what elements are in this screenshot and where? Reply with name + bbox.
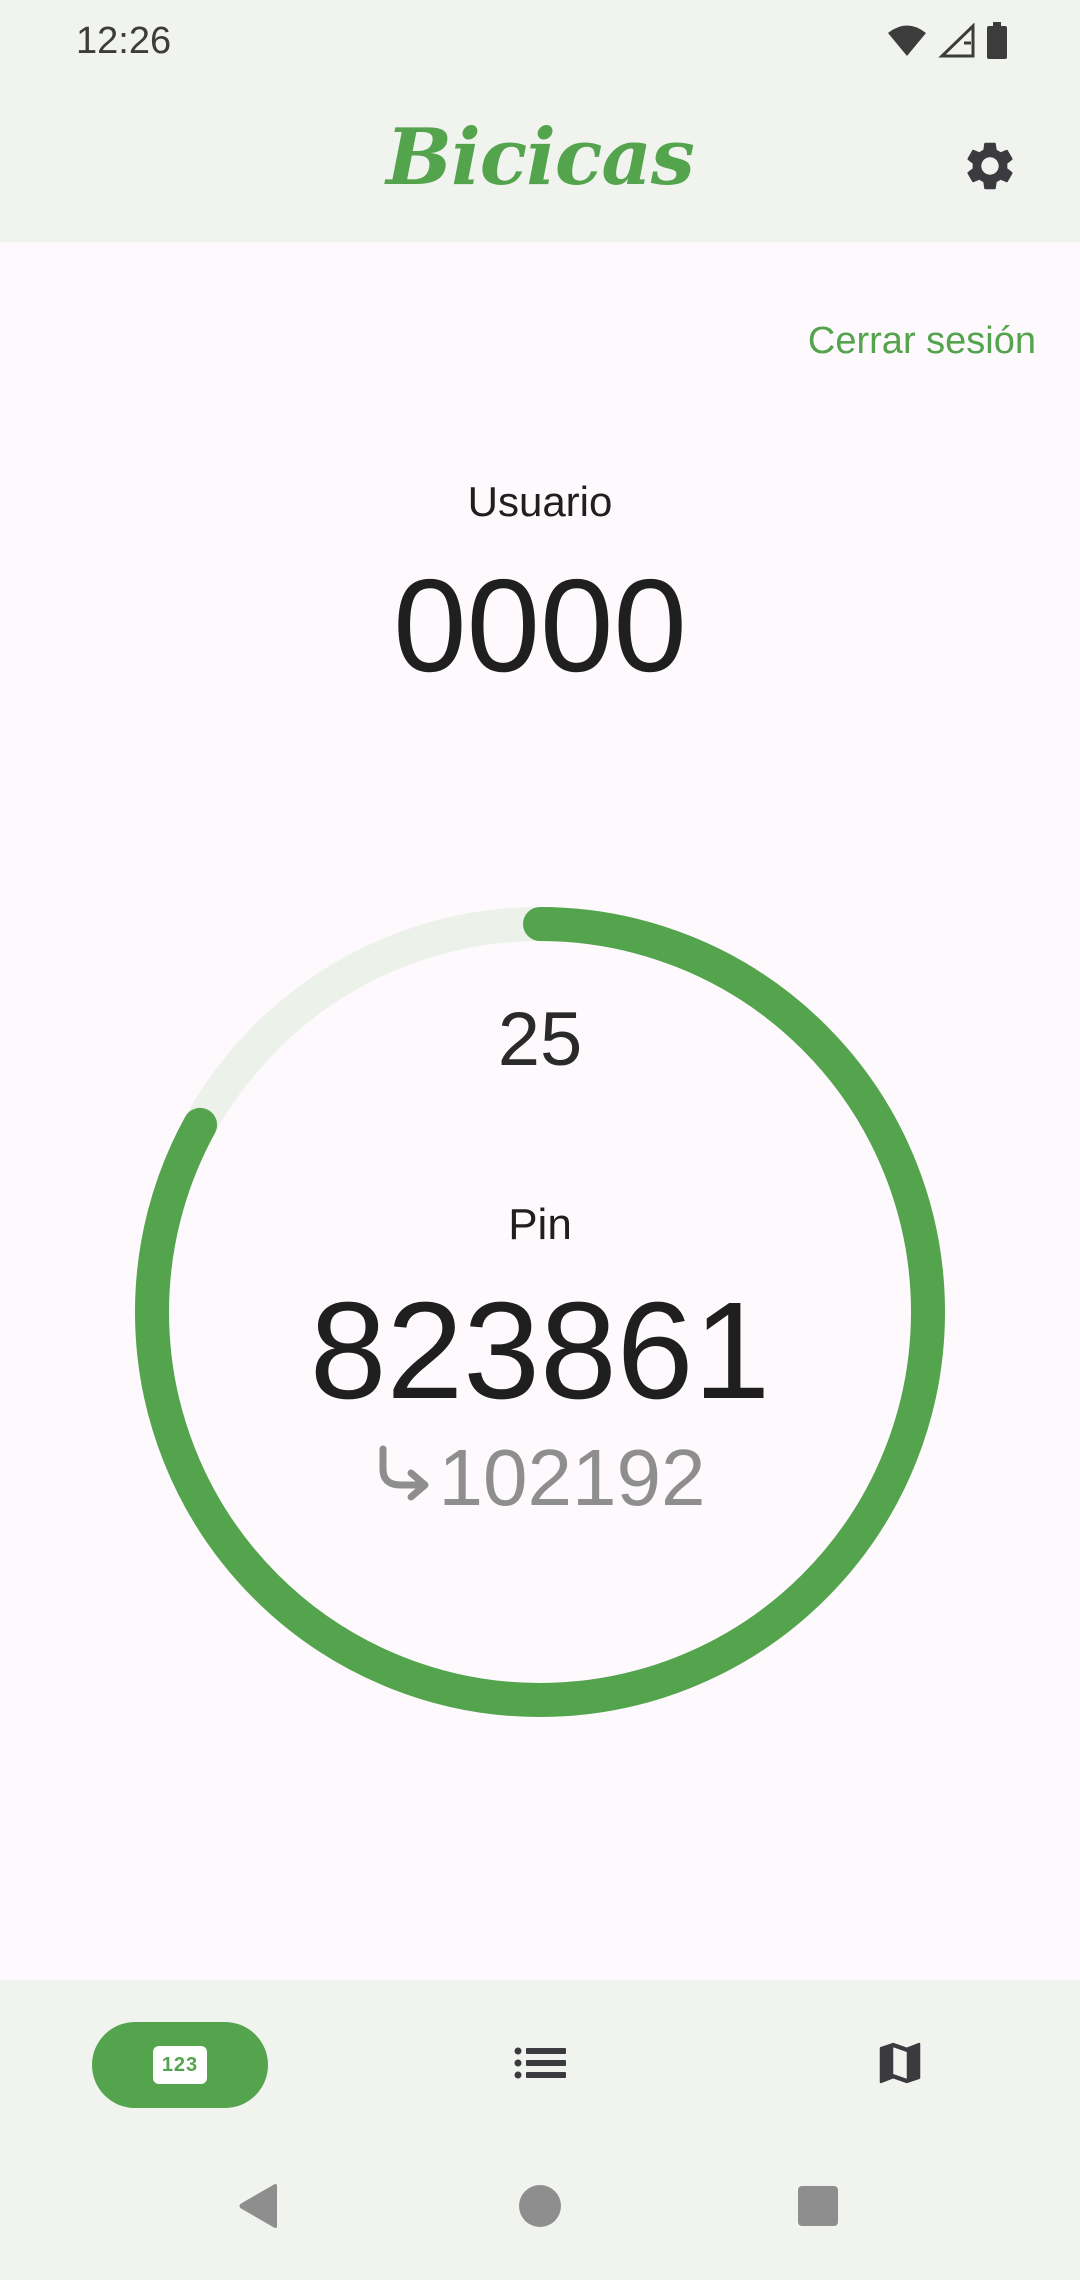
nav-pin-tab[interactable]: 123 [92, 2022, 268, 2108]
system-navigation [0, 2130, 1080, 2280]
bottom-navigation: 123 [0, 1980, 1080, 2130]
map-icon [873, 2036, 927, 2095]
settings-button[interactable] [950, 128, 1030, 208]
pin-chip-label: 123 [161, 2053, 199, 2076]
nav-map-tab[interactable] [812, 2022, 988, 2108]
app-title: Bicicas [386, 112, 695, 203]
home-icon [518, 2184, 562, 2233]
logout-link[interactable]: Cerrar sesión [808, 320, 1036, 363]
status-time: 12:26 [76, 20, 172, 62]
recents-icon [797, 2185, 839, 2232]
subdirectory-arrow-right-icon [375, 1445, 431, 1512]
back-button[interactable] [228, 2178, 288, 2238]
back-icon [235, 2182, 281, 2235]
pin-screen: Cerrar sesión Usuario 0000 25 Pin 823861… [0, 242, 1080, 1980]
next-pin: 102192 [0, 1438, 1080, 1518]
status-icons [886, 22, 1008, 60]
pin-123-icon: 123 [153, 2046, 207, 2084]
status-bar: 12:26 [0, 0, 1080, 90]
app-bar: Bicicas [0, 90, 1080, 242]
pin-label: Pin [508, 1200, 572, 1249]
home-button[interactable] [510, 2178, 570, 2238]
pin-value: 823861 [309, 1274, 771, 1428]
user-label: Usuario [467, 478, 613, 525]
wifi-icon [886, 24, 928, 58]
gear-icon [961, 137, 1019, 200]
nav-list-tab[interactable] [452, 2022, 628, 2108]
list-icon [514, 2047, 566, 2084]
cellular-signal-icon [938, 23, 976, 59]
recents-button[interactable] [788, 2178, 848, 2238]
battery-icon [986, 22, 1008, 60]
countdown-seconds: 25 [497, 997, 583, 1082]
user-id: 0000 [393, 552, 687, 699]
next-pin-value: 102192 [438, 1433, 706, 1522]
